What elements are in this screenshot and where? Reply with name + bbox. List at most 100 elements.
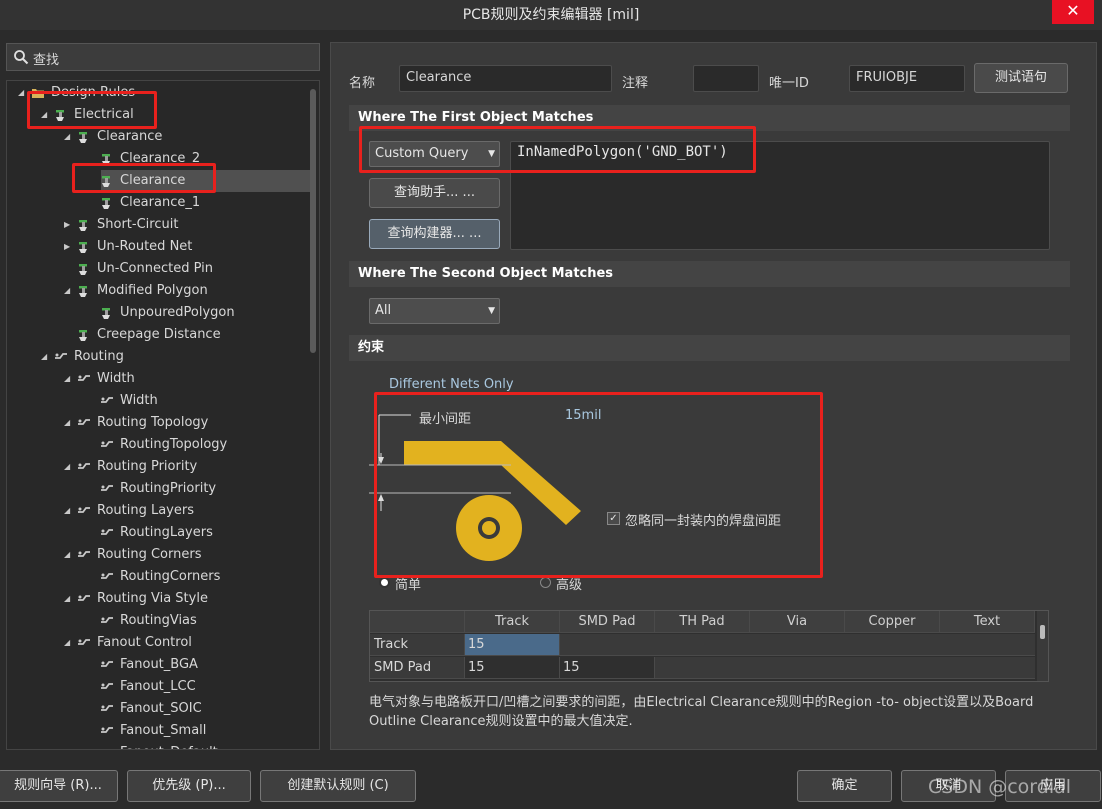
query-type-dropdown[interactable]: Custom Query ▼ [369, 141, 500, 167]
matrix-cell[interactable]: 15 [560, 657, 655, 679]
tree-item[interactable]: RoutingTopology [7, 434, 307, 456]
mode-advanced-label: 高级 [556, 578, 583, 593]
tree-item[interactable]: Fanout_BGA [7, 654, 307, 676]
chevron-right-icon[interactable]: ▶ [64, 236, 74, 258]
matrix-cell[interactable]: 15 [465, 634, 560, 656]
matrix-cell[interactable] [940, 634, 1035, 656]
min-clearance-value[interactable]: 15mil [565, 408, 601, 423]
tree-item[interactable]: Un-Connected Pin [7, 258, 307, 280]
tree-item[interactable]: ◢ Routing [7, 346, 307, 368]
rule-tree[interactable]: ◢ Design Rules ◢ Electrical ◢ Clearance Cleara… [6, 80, 320, 750]
tree-item[interactable]: ◢ Routing Priority [7, 456, 307, 478]
chevron-down-icon[interactable]: ◢ [64, 412, 74, 434]
clearance-matrix[interactable]: Track SMD Pad TH Pad Via Copper Text Track 15 SM… [369, 610, 1049, 682]
routing-rule-icon [55, 353, 67, 359]
matrix-cell[interactable] [845, 657, 940, 679]
second-object-value: All [375, 303, 392, 318]
matrix-scrollbar[interactable] [1037, 611, 1048, 681]
tree-item[interactable]: ▶ Short-Circuit [7, 214, 307, 236]
query-builder-button[interactable]: 查询构建器... ... [369, 219, 500, 249]
tree-item[interactable]: RoutingCorners [7, 566, 307, 588]
tree-item[interactable]: ◢ Routing Topology [7, 412, 307, 434]
chevron-right-icon[interactable]: ▶ [64, 214, 74, 236]
matrix-cell[interactable] [845, 634, 940, 656]
tree-item[interactable]: Creepage Distance [7, 324, 307, 346]
chevron-down-icon[interactable]: ◢ [64, 588, 74, 610]
tree-item[interactable]: Fanout_Small [7, 720, 307, 742]
search-input[interactable]: 查找 [6, 43, 320, 71]
tree-item[interactable]: Fanout_SOIC [7, 698, 307, 720]
tree-item[interactable]: RoutingLayers [7, 522, 307, 544]
comment-label: 注释 [622, 76, 649, 91]
matrix-cell[interactable] [940, 657, 1035, 679]
name-field[interactable]: Clearance [399, 65, 612, 92]
tree-item-label: Routing Topology [97, 415, 209, 430]
second-object-dropdown[interactable]: All ▼ [369, 298, 500, 324]
chevron-down-icon[interactable]: ◢ [41, 104, 51, 126]
tree-item[interactable]: ◢ Routing Via Style [7, 588, 307, 610]
matrix-cell[interactable] [750, 657, 845, 679]
window-title: PCB规则及约束编辑器 [mil] [462, 7, 640, 23]
tree-item-label: Fanout_BGA [120, 657, 198, 672]
ok-button[interactable]: 确定 [797, 770, 892, 802]
tree-item[interactable]: ◢ Width [7, 368, 307, 390]
tree-item-label: Electrical [74, 107, 134, 122]
priority-button[interactable]: 优先级 (P)... [127, 770, 251, 802]
tree-item[interactable]: ◢ Routing Layers [7, 500, 307, 522]
chevron-down-icon[interactable]: ◢ [41, 346, 51, 368]
electrical-rule-icon [79, 242, 87, 253]
electrical-rule-icon [102, 198, 110, 209]
tree-item[interactable]: ◢ Electrical [7, 104, 307, 126]
tree-item[interactable]: ◢ Design Rules [7, 82, 307, 104]
query-helper-button[interactable]: 查询助手... ... [369, 178, 500, 208]
matrix-cell[interactable] [655, 634, 750, 656]
chevron-down-icon[interactable]: ◢ [64, 632, 74, 654]
tree-item-label: Routing [74, 349, 124, 364]
tree-item[interactable]: Fanout_LCC [7, 676, 307, 698]
test-query-button[interactable]: 测试语句 [974, 63, 1068, 93]
tree-item[interactable]: Width [7, 390, 307, 412]
comment-field[interactable] [693, 65, 759, 92]
tree-item[interactable]: ◢ Routing Corners [7, 544, 307, 566]
tree-item[interactable]: Clearance_1 [7, 192, 307, 214]
matrix-cell[interactable] [655, 657, 750, 679]
net-scope-label[interactable]: Different Nets Only [389, 377, 514, 392]
tree-item[interactable]: RoutingPriority [7, 478, 307, 500]
create-default-rules-button[interactable]: 创建默认规则 (C) [260, 770, 416, 802]
tree-item[interactable]: ◢ Clearance [7, 126, 307, 148]
matrix-cell[interactable]: 15 [465, 657, 560, 679]
tree-item[interactable]: UnpouredPolygon [7, 302, 307, 324]
mode-simple-radio[interactable] [379, 577, 390, 588]
chevron-down-icon[interactable]: ◢ [18, 82, 28, 104]
unique-id-field[interactable]: FRUIOBJE [849, 65, 965, 92]
chevron-down-icon[interactable]: ◢ [64, 544, 74, 566]
tree-item-label: Routing Layers [97, 503, 194, 518]
query-text-area[interactable]: InNamedPolygon('GND_BOT') [510, 141, 1050, 250]
rule-wizard-button[interactable]: 规则向导 (R)... [0, 770, 118, 802]
routing-rule-icon [101, 705, 113, 711]
chevron-down-icon[interactable]: ◢ [64, 500, 74, 522]
routing-rule-icon [100, 745, 114, 750]
tree-item[interactable]: ▶ Un-Routed Net [7, 236, 307, 258]
chevron-down-icon[interactable]: ◢ [64, 126, 74, 148]
tree-item[interactable]: RoutingVias [7, 610, 307, 632]
routing-rule-icon [101, 661, 113, 667]
tree-scrollbar[interactable] [310, 89, 316, 353]
matrix-cell[interactable] [750, 634, 845, 656]
close-button[interactable]: ✕ [1052, 0, 1094, 24]
matrix-cell[interactable] [560, 634, 655, 656]
matrix-row-header: Track [370, 634, 465, 656]
ignore-pad-checkbox[interactable]: ✓ [607, 512, 620, 525]
tree-item[interactable]: Clearance_2 [7, 148, 307, 170]
second-object-header: Where The Second Object Matches [349, 261, 1070, 287]
chevron-down-icon[interactable]: ◢ [64, 368, 74, 390]
routing-rule-icon [101, 441, 113, 447]
tree-item[interactable]: Fanout_Default [7, 742, 307, 750]
tree-item[interactable]: ◢ Fanout Control [7, 632, 307, 654]
mode-advanced-radio[interactable] [540, 577, 551, 588]
tree-item[interactable]: Clearance [7, 170, 307, 192]
chevron-down-icon: ▼ [488, 306, 495, 316]
chevron-down-icon[interactable]: ◢ [64, 456, 74, 478]
chevron-down-icon[interactable]: ◢ [64, 280, 74, 302]
tree-item[interactable]: ◢ Modified Polygon [7, 280, 307, 302]
